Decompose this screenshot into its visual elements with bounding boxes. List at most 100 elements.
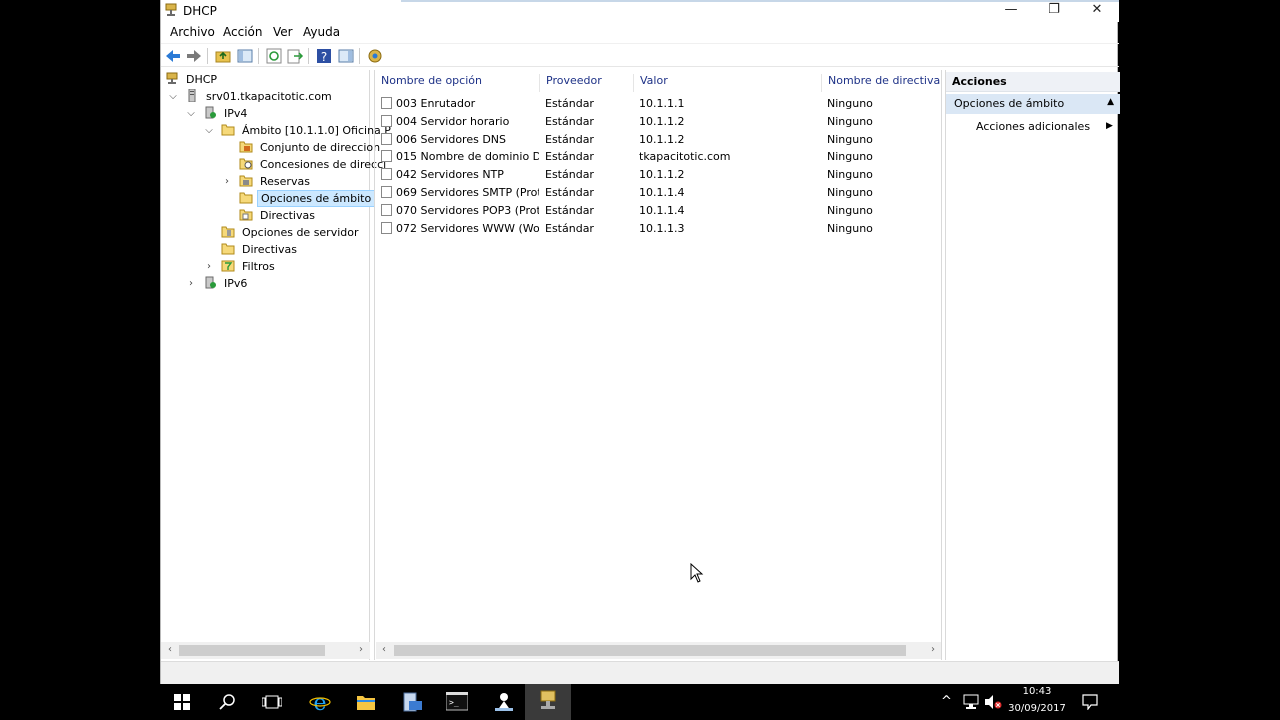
expand-chevron-icon[interactable]: › [185, 275, 197, 292]
tree-node-reservations[interactable]: › Reservas [225, 173, 313, 190]
network-user-icon[interactable] [493, 691, 515, 713]
actions-group-scope-options[interactable]: Opciones de ámbito ▲ [946, 94, 1120, 114]
export-list-icon[interactable] [286, 47, 304, 65]
submenu-arrow-icon[interactable]: ▶ [1106, 121, 1113, 131]
minimize-button[interactable]: — [989, 0, 1033, 22]
option-name-text: 015 Nombre de dominio D... [396, 150, 539, 164]
cell-option-name: 003 Enrutador [381, 95, 539, 113]
clock-time[interactable]: 10:43 [1012, 686, 1062, 697]
forward-arrow-icon[interactable] [185, 47, 203, 65]
actions-pane: Acciones Opciones de ámbito ▲ Acciones a… [945, 70, 1120, 660]
help-icon[interactable]: ? [315, 47, 333, 65]
svg-text:>_: >_ [449, 698, 459, 707]
column-header-vendor[interactable]: Proveedor [539, 74, 633, 92]
server-manager-icon[interactable] [401, 691, 423, 713]
tree-node-address-pool[interactable]: Conjunto de direccion [239, 139, 383, 156]
policies-icon [239, 209, 253, 221]
tree-node-scope[interactable]: ⌵ Ámbito [10.1.1.0] Oficina P [205, 122, 394, 139]
cell-value: 10.1.1.1 [639, 97, 685, 110]
scroll-thumb[interactable] [394, 645, 906, 656]
tree-node-server[interactable]: ⌵ srv01.tkapacitotic.com [169, 88, 335, 105]
cell-policy-name: Ninguno [827, 203, 873, 217]
internet-explorer-icon[interactable]: e [309, 691, 331, 713]
tree-node-leases[interactable]: Concesiones de direcci [239, 156, 389, 173]
tree-label: Concesiones de direcci [260, 158, 387, 171]
option-item-icon [381, 132, 392, 145]
file-explorer-icon[interactable] [356, 693, 376, 711]
tree-node-filters[interactable]: › Filtros [207, 258, 278, 275]
list-row[interactable]: 006 Servidores DNS Estándar 10.1.1.2 Ningun… [375, 131, 941, 149]
scroll-thumb[interactable] [179, 645, 325, 656]
list-row[interactable]: 069 Servidores SMTP (Prot... Estándar 10.1… [375, 184, 941, 202]
cell-vendor: Estándar [545, 168, 594, 182]
tree-node-server-options[interactable]: Opciones de servidor [221, 224, 362, 241]
expand-chevron-icon[interactable]: › [203, 258, 215, 275]
refresh-icon[interactable] [265, 47, 283, 65]
cell-policy-name: Ninguno [827, 132, 873, 146]
more-actions-item[interactable]: Acciones adicionales [976, 120, 1090, 133]
list-row[interactable]: 004 Servidor horario Estándar 10.1.1.2 Ning… [375, 113, 941, 131]
leases-icon [239, 158, 253, 170]
taskbar-dhcp-app[interactable] [525, 684, 571, 720]
volume-muted-icon[interactable] [984, 694, 1002, 710]
show-hide-tree-icon[interactable] [236, 47, 254, 65]
column-header-policy-name[interactable]: Nombre de directiva [821, 74, 941, 92]
list-horizontal-scrollbar[interactable]: ‹ › [376, 642, 941, 659]
manage-authorized-servers-icon[interactable] [366, 47, 384, 65]
list-row[interactable]: 042 Servidores NTP Estándar 10.1.1.2 Ningun… [375, 166, 941, 184]
collapse-triangle-icon[interactable]: ▲ [1107, 97, 1114, 107]
powershell-terminal-icon[interactable]: >_ [446, 692, 468, 712]
filter-icon [221, 260, 235, 272]
tree-label: Conjunto de direccion [260, 141, 381, 154]
menu-ayuda[interactable]: Ayuda [303, 25, 340, 39]
column-header-value[interactable]: Valor [633, 74, 821, 92]
back-arrow-icon[interactable] [164, 47, 182, 65]
tree-label: DHCP [186, 73, 218, 86]
action-center-icon[interactable] [1082, 694, 1098, 710]
scroll-left-icon[interactable]: ‹ [378, 644, 390, 655]
scroll-right-icon[interactable]: › [355, 644, 367, 655]
menu-archivo[interactable]: Archivo [170, 25, 215, 39]
policies-icon [221, 243, 235, 255]
restore-button[interactable]: ❐ [1032, 0, 1076, 22]
tree-node-ipv6[interactable]: › IPv6 [189, 275, 250, 292]
list-row[interactable]: 070 Servidores POP3 (Prot... Estándar 10.1… [375, 202, 941, 220]
scroll-right-icon[interactable]: › [927, 644, 939, 655]
task-view-icon[interactable] [262, 694, 282, 710]
tree-label: IPv6 [224, 277, 248, 290]
mouse-cursor-icon [690, 563, 704, 583]
close-button[interactable]: ✕ [1075, 0, 1119, 22]
option-name-text: 069 Servidores SMTP (Prot... [396, 186, 539, 199]
show-hidden-icons-chevron[interactable]: ^ [941, 694, 952, 709]
list-row[interactable]: 015 Nombre de dominio D... Estándar tkapac… [375, 148, 941, 166]
tree-node-scope-options[interactable]: Opciones de ámbito [239, 190, 376, 207]
tree-label: IPv4 [224, 107, 248, 120]
list-row[interactable]: 003 Enrutador Estándar 10.1.1.1 Ninguno [375, 95, 941, 113]
tree-node-policies[interactable]: Directivas [221, 241, 300, 258]
show-hide-action-pane-icon[interactable] [337, 47, 355, 65]
search-icon[interactable] [219, 693, 237, 711]
toolbar-separator [258, 48, 259, 64]
collapse-chevron-icon[interactable]: ⌵ [185, 105, 197, 122]
tree-horizontal-scrollbar[interactable]: ‹ › [161, 642, 370, 659]
cell-value: 10.1.1.2 [639, 114, 685, 128]
menu-ver[interactable]: Ver [273, 25, 293, 39]
menu-accion[interactable]: Acción [223, 25, 262, 39]
tree-node-dhcp[interactable]: DHCP [165, 71, 220, 88]
scroll-left-icon[interactable]: ‹ [164, 644, 176, 655]
cell-vendor: Estándar [545, 97, 594, 110]
list-row[interactable]: 072 Servidores WWW (Wor... Estándar 10.1.1… [375, 220, 941, 238]
cell-vendor: Estándar [545, 203, 594, 217]
column-header-option-name[interactable]: Nombre de opción [381, 74, 539, 92]
collapse-chevron-icon[interactable]: ⌵ [203, 122, 215, 139]
toolbar: ? [161, 43, 1119, 67]
collapse-chevron-icon[interactable]: ⌵ [167, 88, 179, 105]
tree-node-ipv4[interactable]: ⌵ IPv4 [187, 105, 250, 122]
network-icon[interactable] [962, 694, 980, 710]
up-folder-icon[interactable] [214, 47, 232, 65]
clock-date[interactable]: 30/09/2017 [1006, 703, 1068, 714]
expand-chevron-icon[interactable]: › [221, 173, 233, 190]
cell-value: 10.1.1.4 [639, 203, 685, 217]
tree-node-scope-policies[interactable]: Directivas [239, 207, 318, 224]
windows-start-icon[interactable] [174, 694, 190, 710]
